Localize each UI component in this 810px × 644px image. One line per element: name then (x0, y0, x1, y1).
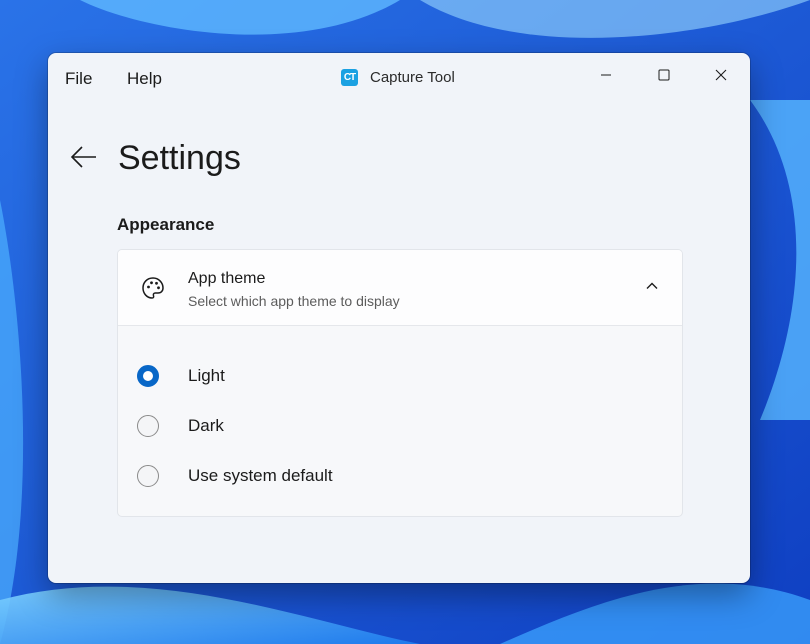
section-title-appearance: Appearance (117, 215, 215, 234)
app-logo-text: CT (343, 72, 356, 83)
capture-tool-window: File Help CT Capture Tool Settings Appea… (48, 53, 750, 583)
theme-option-system-default[interactable]: Use system default (137, 462, 333, 490)
app-theme-title: App theme (188, 270, 266, 287)
theme-option-label: Light (188, 366, 225, 385)
minimize-button[interactable] (583, 59, 629, 91)
maximize-button[interactable] (641, 59, 687, 91)
app-theme-subtitle: Select which app theme to display (188, 293, 400, 309)
back-button[interactable] (68, 141, 100, 173)
minimize-icon (601, 74, 611, 76)
menu-file[interactable]: File (65, 69, 92, 89)
radio-button-system-default[interactable] (137, 465, 159, 487)
app-title-area: CT Capture Tool (341, 69, 455, 86)
app-logo-icon: CT (341, 69, 358, 86)
menu-help[interactable]: Help (127, 69, 162, 89)
app-theme-expander: App theme Select which app theme to disp… (117, 249, 683, 517)
app-title: Capture Tool (370, 69, 455, 86)
app-theme-expander-header[interactable]: App theme Select which app theme to disp… (118, 250, 682, 326)
theme-option-light[interactable]: Light (137, 362, 225, 390)
page-title: Settings (118, 139, 241, 177)
radio-button-light[interactable] (137, 365, 159, 387)
title-bar[interactable]: File Help CT Capture Tool (48, 53, 750, 105)
theme-option-dark[interactable]: Dark (137, 412, 224, 440)
palette-icon (142, 277, 164, 299)
back-arrow-icon (70, 146, 96, 168)
close-button[interactable] (698, 59, 744, 91)
chevron-up-icon[interactable] (644, 278, 660, 294)
maximize-icon (658, 69, 670, 81)
theme-option-label: Use system default (188, 466, 333, 485)
theme-option-label: Dark (188, 416, 224, 435)
radio-button-dark[interactable] (137, 415, 159, 437)
close-icon (715, 69, 727, 81)
